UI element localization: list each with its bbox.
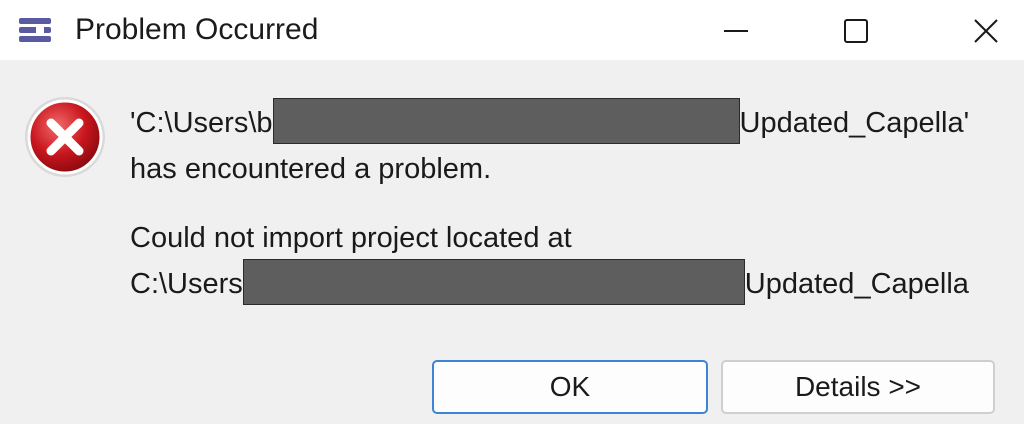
dialog-body: 'C:\Users\b Updated_Capella' has encounte…	[0, 60, 1024, 424]
error-icon	[25, 97, 105, 177]
title-bar: Problem Occurred	[0, 0, 1024, 60]
details-button[interactable]: Details >>	[721, 360, 995, 414]
close-icon	[974, 19, 998, 43]
error-message-line-1: 'C:\Users\b Updated_Capella'	[130, 98, 970, 146]
message-path-suffix: Updated_Capella'	[739, 107, 970, 139]
message-path-prefix: 'C:\Users\b	[130, 107, 273, 139]
detail-path-suffix: Updated_Capella	[744, 268, 969, 300]
error-message-line-2: has encountered a problem.	[130, 153, 492, 185]
error-message: 'C:\Users\b Updated_Capella' has encounte…	[130, 98, 970, 192]
detail-path-prefix: C:\Users	[130, 268, 243, 300]
detail-message-line-2: C:\Users Updated_Capella	[130, 259, 969, 307]
close-button[interactable]	[950, 0, 1020, 60]
minimize-button[interactable]	[700, 0, 770, 60]
redacted-region	[272, 98, 740, 145]
maximize-button[interactable]	[820, 0, 890, 60]
menu-list-icon	[19, 18, 51, 42]
window-title: Problem Occurred	[75, 13, 319, 46]
ok-button[interactable]: OK	[432, 360, 708, 414]
minimize-icon	[724, 30, 748, 32]
maximize-icon	[844, 19, 868, 43]
detail-message: Could not import project located at C:\U…	[130, 215, 969, 307]
detail-message-line-1: Could not import project located at	[130, 222, 572, 254]
redacted-region	[242, 259, 745, 306]
